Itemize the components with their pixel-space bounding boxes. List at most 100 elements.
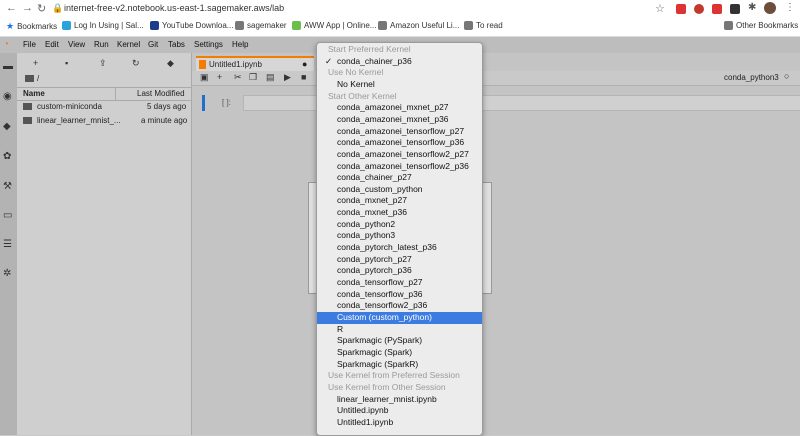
menu-git[interactable]: Git	[148, 40, 158, 49]
stop-icon[interactable]: ■	[301, 72, 306, 82]
forward-icon[interactable]: →	[22, 2, 33, 14]
avatar[interactable]	[764, 2, 776, 14]
star-icon: ★	[6, 21, 15, 31]
list-icon[interactable]: ☰	[3, 239, 12, 250]
extension-icon[interactable]	[712, 4, 722, 14]
dropdown-option[interactable]: Custom (custom_python)	[317, 311, 482, 324]
extension-icon[interactable]	[676, 4, 686, 14]
extension-manager-icon[interactable]: ✲	[3, 268, 11, 279]
dropdown-option[interactable]: conda_amazonei_mxnet_p27	[317, 102, 482, 114]
bookmark-item[interactable]: ★ Bookmarks	[6, 21, 57, 32]
menu-kernel[interactable]: Kernel	[117, 40, 140, 49]
column-divider	[115, 88, 116, 100]
wrench-icon[interactable]: ⚒	[3, 181, 12, 192]
menu-tabs[interactable]: Tabs	[168, 40, 185, 49]
tabs-icon[interactable]: ▭	[3, 210, 12, 221]
folder-icon	[25, 75, 34, 82]
dropdown-option[interactable]: conda_chainer_p27	[317, 172, 482, 184]
save-icon[interactable]: ▣	[200, 72, 209, 83]
menu-settings[interactable]: Settings	[194, 40, 223, 49]
folder-icon	[23, 103, 32, 110]
dropdown-option[interactable]: Untitled.ipynb	[317, 405, 482, 417]
kernel-name[interactable]: conda_python3	[724, 73, 779, 82]
dropdown-option[interactable]: conda_pytorch_latest_p36	[317, 242, 482, 254]
lock-icon[interactable]: 🔒	[52, 3, 63, 14]
extension-icon[interactable]	[694, 4, 704, 14]
extension-icon[interactable]	[730, 4, 740, 14]
dropdown-option[interactable]: Sparkmagic (SparkR)	[317, 359, 482, 371]
dropdown-option[interactable]: conda_pytorch_p27	[317, 254, 482, 266]
dropdown-option[interactable]: conda_amazonei_tensorflow2_p36	[317, 161, 482, 173]
insert-cell-icon[interactable]: +	[217, 72, 222, 82]
dropdown-option[interactable]: conda_pytorch_p36	[317, 265, 482, 277]
other-bookmarks[interactable]: Other Bookmarks	[724, 21, 798, 30]
dropdown-option[interactable]: conda_amazonei_mxnet_p36	[317, 114, 482, 126]
git-icon[interactable]: ◆	[3, 121, 11, 132]
dropdown-option[interactable]: conda_tensorflow_p27	[317, 277, 482, 289]
tab-untitled1[interactable]: Untitled1.ipynb ●	[196, 56, 314, 72]
dropdown-option[interactable]: linear_learner_mnist.ipynb	[317, 394, 482, 406]
folder-icon	[23, 117, 32, 124]
dropdown-option[interactable]: conda_amazonei_tensorflow_p36	[317, 137, 482, 149]
more-menu-icon[interactable]: ⋮	[785, 2, 795, 13]
aww-icon	[292, 21, 301, 30]
dropdown-option[interactable]: conda_python3	[317, 230, 482, 242]
cut-icon[interactable]: ✂	[234, 72, 242, 83]
new-folder-icon[interactable]: ▪	[65, 58, 68, 68]
dropdown-section-header: Use No Kernel	[328, 67, 384, 78]
palette-icon[interactable]: ✿	[3, 151, 11, 162]
dropdown-option[interactable]: conda_mxnet_p27	[317, 195, 482, 207]
star-icon[interactable]: ☆	[655, 2, 665, 15]
column-name[interactable]: Name	[23, 89, 45, 98]
list-item[interactable]: custom-miniconda 5 days ago	[17, 101, 191, 115]
menu-edit[interactable]: Edit	[45, 40, 59, 49]
dropdown-option[interactable]: conda_tensorflow2_p36	[317, 300, 482, 312]
paste-icon[interactable]: ▤	[266, 72, 275, 83]
folder-icon	[464, 21, 473, 30]
bookmark-item[interactable]: sagemaker	[235, 21, 287, 30]
git-clone-icon[interactable]: ◆	[167, 58, 174, 69]
back-icon[interactable]: ←	[6, 2, 17, 14]
dropdown-option[interactable]: conda_python2	[317, 219, 482, 231]
dropdown-option[interactable]: conda_custom_python	[317, 184, 482, 196]
bookmark-item[interactable]: YouTube Downloa...	[150, 21, 233, 30]
puzzle-icon[interactable]: ✱	[748, 2, 756, 13]
menu-file[interactable]: File	[23, 40, 36, 49]
breadcrumb[interactable]: /	[25, 74, 39, 83]
bookmark-item[interactable]: To read	[464, 21, 503, 30]
dropdown-section-header: Use Kernel from Preferred Session	[328, 370, 460, 381]
url-text[interactable]: internet-free-v2.notebook.us-east-1.sage…	[64, 3, 284, 13]
file-browser: + ▪ ⇪ ↻ ◆ / Name Last Modified custom-mi…	[17, 53, 192, 435]
checkmark-icon: ✓	[325, 55, 333, 66]
menu-help[interactable]: Help	[232, 40, 248, 49]
dropdown-option[interactable]: No Kernel	[317, 79, 482, 91]
dropdown-option[interactable]: conda_tensorflow_p36	[317, 289, 482, 301]
folder-icon	[235, 21, 244, 30]
browser-url-bar: ← → ↻ 🔒 internet-free-v2.notebook.us-eas…	[0, 0, 800, 19]
kernel-dropdown[interactable]: Start Preferred Kernel ✓ conda_chainer_p36…	[316, 42, 483, 436]
reload-icon[interactable]: ↻	[37, 2, 46, 15]
bookmark-item[interactable]: Amazon Useful Li...	[378, 21, 459, 30]
column-last-modified[interactable]: Last Modified	[137, 89, 185, 98]
dropdown-option[interactable]: Sparkmagic (PySpark)	[317, 335, 482, 347]
bookmark-item[interactable]: AWW App | Online...	[292, 21, 376, 30]
copy-icon[interactable]: ❐	[249, 72, 257, 83]
bookmark-item[interactable]: Log In Using | Sal...	[62, 21, 144, 30]
refresh-icon[interactable]: ↻	[132, 58, 140, 69]
dropdown-option[interactable]: conda_mxnet_p36	[317, 207, 482, 219]
dropdown-option[interactable]: Untitled1.ipynb	[317, 417, 482, 429]
folder-icon[interactable]: ▬	[3, 61, 13, 72]
unsaved-dot-icon[interactable]: ●	[302, 59, 307, 69]
upload-icon[interactable]: ⇪	[99, 58, 107, 69]
dropdown-option[interactable]: ✓ conda_chainer_p36	[317, 56, 482, 68]
run-icon[interactable]: ▶	[284, 72, 291, 83]
running-icon[interactable]: ◉	[3, 91, 12, 102]
dropdown-option[interactable]: Sparkmagic (Spark)	[317, 347, 482, 359]
list-item[interactable]: linear_learner_mnist_... a minute ago	[17, 115, 191, 129]
dropdown-option[interactable]: conda_amazonei_tensorflow_p27	[317, 126, 482, 138]
menu-view[interactable]: View	[68, 40, 85, 49]
dropdown-option[interactable]: conda_amazonei_tensorflow2_p27	[317, 149, 482, 161]
menu-run[interactable]: Run	[94, 40, 109, 49]
new-launcher-icon[interactable]: +	[33, 58, 38, 68]
dropdown-option[interactable]: R	[317, 324, 482, 336]
